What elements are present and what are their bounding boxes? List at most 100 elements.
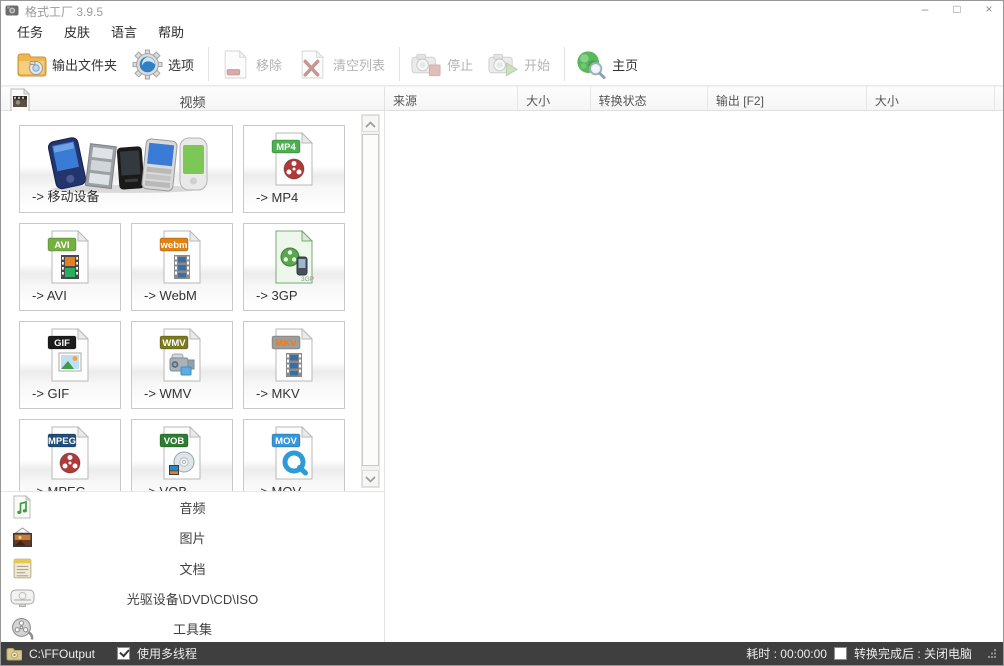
gif-file-icon: GIF	[20, 327, 120, 383]
toolbar-button-label: 移除	[256, 55, 282, 74]
tile-label: -> WMV	[144, 386, 191, 401]
toolbar-button-remove[interactable]: 移除	[219, 48, 282, 80]
category-tabs: 音频图片文档光驱设备\DVD\CD\ISO 工具集	[1, 491, 384, 644]
window-title: 格式工厂 3.9.5	[25, 3, 103, 20]
toolbar-button-stop[interactable]: 停止	[410, 48, 473, 80]
toolbar-separator	[399, 47, 400, 81]
column-header-3[interactable]: 输出 [F2]	[708, 87, 867, 110]
menu-task[interactable]: 任务	[9, 20, 51, 43]
app-icon	[5, 3, 19, 17]
toolbar-button-label: 选项	[168, 55, 194, 74]
toolbar-button-output-folder[interactable]: 输出文件夹	[15, 48, 117, 80]
tile-wmv-file[interactable]: WMV -> WMV	[131, 321, 233, 409]
tile-gif-file[interactable]: GIF -> GIF	[19, 321, 121, 409]
minimize-button[interactable]: –	[919, 2, 931, 16]
menu-help[interactable]: 帮助	[150, 20, 192, 43]
title-bar: 格式工厂 3.9.5 – □ ×	[1, 1, 1003, 19]
svg-text:AVI: AVI	[54, 240, 69, 251]
category-tab-audio[interactable]: 音频	[1, 492, 384, 522]
toolbar: 输出文件夹 选项 移除 清空列表 停止 开始 主页	[1, 43, 1003, 86]
toolbar-button-start[interactable]: 开始	[487, 48, 550, 80]
picture-icon	[9, 525, 35, 551]
toolset-icon	[9, 616, 35, 642]
shutdown-label: 转换完成后 : 关闭电脑	[854, 645, 972, 662]
toolbar-button-label: 开始	[524, 55, 550, 74]
tile-avi-file[interactable]: AVI -> AVI	[19, 223, 121, 311]
column-header-1[interactable]: 大小	[518, 87, 591, 110]
audio-icon	[9, 494, 35, 520]
options-gear-icon	[131, 48, 163, 80]
tile-3gp-file[interactable]: 3GP-> 3GP	[243, 223, 345, 311]
tile-label: -> AVI	[32, 288, 67, 303]
stop-icon	[410, 48, 442, 80]
status-bar: C:\FFOutput 使用多线程 耗时 : 00:00:00 转换完成后 : …	[1, 642, 1003, 665]
svg-text:MPEG: MPEG	[48, 436, 76, 447]
mp4-file-icon: MP4	[244, 131, 344, 187]
menu-language[interactable]: 语言	[103, 20, 145, 43]
tile-scrollbar[interactable]	[361, 114, 380, 488]
tile-webm-file[interactable]: webm -> WebM	[131, 223, 233, 311]
category-tab-rom-device[interactable]: 光驱设备\DVD\CD\ISO	[1, 583, 384, 613]
clear-list-icon	[296, 48, 328, 80]
column-header-0[interactable]: 来源	[385, 87, 518, 110]
toolbar-separator	[208, 47, 209, 81]
output-path-folder-icon[interactable]	[6, 647, 22, 661]
svg-text:MP4: MP4	[276, 142, 296, 153]
3gp-file-icon: 3GP	[244, 229, 344, 285]
column-header-4[interactable]: 大小	[867, 87, 995, 110]
scroll-up-button[interactable]	[362, 115, 379, 132]
toolbar-button-label: 停止	[447, 55, 473, 74]
tile-label: -> MOV	[256, 484, 301, 491]
category-tab-toolset[interactable]: 工具集	[1, 614, 384, 644]
output-folder-icon	[15, 48, 47, 80]
category-tab-picture[interactable]: 图片	[1, 522, 384, 552]
document-icon	[9, 555, 35, 581]
tile-label: -> VOB	[144, 484, 187, 491]
scroll-down-button[interactable]	[362, 470, 379, 487]
task-list-area[interactable]	[384, 111, 1003, 642]
menu-skin[interactable]: 皮肤	[56, 20, 98, 43]
tile-mkv-file[interactable]: MKV-> MKV	[243, 321, 345, 409]
toolbar-button-clear-list[interactable]: 清空列表	[296, 48, 385, 80]
close-button[interactable]: ×	[983, 2, 995, 16]
svg-text:webm: webm	[160, 240, 188, 251]
tile-mobile-devices[interactable]: -> 移动设备	[19, 125, 233, 213]
chevron-up-icon	[365, 115, 376, 133]
tile-mov-file[interactable]: MOV -> MOV	[243, 419, 345, 491]
mkv-file-icon: MKV	[244, 327, 344, 383]
chevron-down-icon	[365, 470, 376, 488]
tile-vob-file[interactable]: VOB-> VOB	[131, 419, 233, 491]
toolbar-separator	[564, 47, 565, 81]
category-tab-label: 工具集	[1, 619, 384, 638]
tile-grid: -> 移动设备MP4-> MP4AVI-> AVIwebm-> WebM3GP-…	[19, 125, 345, 491]
category-tab-label: 音频	[1, 498, 384, 517]
mpeg-file-icon: MPEG	[20, 425, 120, 481]
tile-label: -> GIF	[32, 386, 69, 401]
tile-mp4-file[interactable]: MP4 -> MP4	[243, 125, 345, 213]
active-category-label: 视频	[1, 92, 384, 111]
toolbar-button-options-gear[interactable]: 选项	[131, 48, 194, 80]
category-panel: -> 移动设备MP4-> MP4AVI-> AVIwebm-> WebM3GP-…	[1, 111, 384, 491]
output-path[interactable]: C:\FFOutput	[29, 647, 95, 661]
start-icon	[487, 48, 519, 80]
svg-text:MKV: MKV	[275, 338, 297, 349]
toolbar-button-home[interactable]: 主页	[575, 48, 638, 80]
multithread-checkbox[interactable]	[117, 647, 130, 660]
shutdown-checkbox[interactable]	[834, 647, 847, 660]
category-tab-document[interactable]: 文档	[1, 553, 384, 583]
wmv-file-icon: WMV	[132, 327, 232, 383]
svg-text:MOV: MOV	[275, 436, 297, 447]
column-header-filler	[995, 87, 1003, 110]
toolbar-button-label: 清空列表	[333, 55, 385, 74]
elapsed-time: 耗时 : 00:00:00	[746, 645, 827, 662]
column-header-2[interactable]: 转换状态	[591, 87, 708, 110]
tile-mpeg-file[interactable]: MPEG-> MPEG	[19, 419, 121, 491]
resize-grip-icon[interactable]	[987, 647, 997, 661]
tile-label: -> MP4	[256, 190, 298, 205]
tile-label: -> WebM	[144, 288, 197, 303]
scrollbar-thumb[interactable]	[362, 134, 379, 466]
menu-bar: 任务皮肤语言帮助	[1, 19, 1003, 43]
toolbar-button-label: 输出文件夹	[52, 55, 117, 74]
tile-label: -> 移动设备	[32, 186, 100, 205]
maximize-button[interactable]: □	[951, 2, 963, 16]
